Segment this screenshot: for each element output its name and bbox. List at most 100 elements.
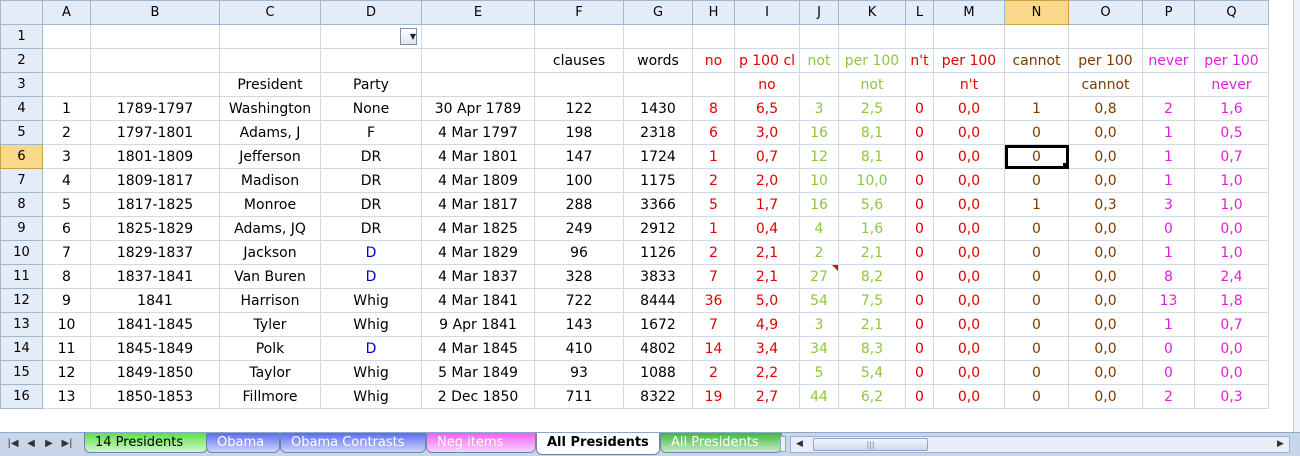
- cell-g16[interactable]: 8322: [623, 384, 693, 409]
- cell-b7[interactable]: 1809-1817: [90, 168, 220, 193]
- spreadsheet-grid-area[interactable]: A B C D E F G H I J K L M N O P Q 1 ▼ 2 clauses words no p 100 …: [0, 0, 1300, 432]
- cell-i6[interactable]: 0,7: [734, 144, 800, 169]
- previous-sheet-button[interactable]: ◀: [22, 436, 40, 452]
- cell-a15[interactable]: 12: [42, 360, 91, 385]
- cell-d2[interactable]: [320, 48, 422, 73]
- cell-q3[interactable]: never: [1194, 72, 1269, 97]
- cell-f2[interactable]: clauses: [534, 48, 624, 73]
- cell-g11[interactable]: 3833: [623, 264, 693, 289]
- column-header-q[interactable]: Q: [1194, 0, 1269, 25]
- cell-c6[interactable]: Jefferson: [219, 144, 321, 169]
- cell-e1[interactable]: [421, 24, 535, 49]
- cell-a8[interactable]: 5: [42, 192, 91, 217]
- cell-c7[interactable]: Madison: [219, 168, 321, 193]
- select-all-corner[interactable]: [0, 0, 43, 25]
- cell-f14[interactable]: 410: [534, 336, 624, 361]
- cell-d7[interactable]: DR: [320, 168, 422, 193]
- cell-m10[interactable]: 0,0: [933, 240, 1005, 265]
- row-header-11[interactable]: 11: [0, 264, 43, 289]
- cell-k12[interactable]: 7,5: [838, 288, 906, 313]
- cell-h4[interactable]: 8: [692, 96, 735, 121]
- cell-b6[interactable]: 1801-1809: [90, 144, 220, 169]
- cell-d15[interactable]: Whig: [320, 360, 422, 385]
- row-header-1[interactable]: 1: [0, 24, 43, 49]
- cell-m4[interactable]: 0,0: [933, 96, 1005, 121]
- cell-i10[interactable]: 2,1: [734, 240, 800, 265]
- cell-c4[interactable]: Washington: [219, 96, 321, 121]
- cell-o11[interactable]: 0,0: [1068, 264, 1143, 289]
- cell-p4[interactable]: 2: [1142, 96, 1195, 121]
- cell-p6[interactable]: 1: [1142, 144, 1195, 169]
- cell-m5[interactable]: 0,0: [933, 120, 1005, 145]
- cell-m14[interactable]: 0,0: [933, 336, 1005, 361]
- cell-p5[interactable]: 1: [1142, 120, 1195, 145]
- cell-d5[interactable]: F: [320, 120, 422, 145]
- cell-e6[interactable]: 4 Mar 1801: [421, 144, 535, 169]
- cell-n1[interactable]: [1004, 24, 1069, 49]
- cell-o13[interactable]: 0,0: [1068, 312, 1143, 337]
- cell-d1[interactable]: ▼: [320, 24, 422, 49]
- cell-h16[interactable]: 19: [692, 384, 735, 409]
- cell-i14[interactable]: 3,4: [734, 336, 800, 361]
- cell-k16[interactable]: 6,2: [838, 384, 906, 409]
- cell-c16[interactable]: Fillmore: [219, 384, 321, 409]
- cell-a5[interactable]: 2: [42, 120, 91, 145]
- cell-c2[interactable]: [219, 48, 321, 73]
- cell-f13[interactable]: 143: [534, 312, 624, 337]
- cell-m1[interactable]: [933, 24, 1005, 49]
- row-header-6[interactable]: 6: [0, 144, 43, 169]
- cell-p16[interactable]: 2: [1142, 384, 1195, 409]
- column-header-o[interactable]: O: [1068, 0, 1143, 25]
- cell-o3[interactable]: cannot: [1068, 72, 1143, 97]
- cell-i1[interactable]: [734, 24, 800, 49]
- row-header-7[interactable]: 7: [0, 168, 43, 193]
- cell-j16[interactable]: 44: [799, 384, 839, 409]
- cell-o12[interactable]: 0,0: [1068, 288, 1143, 313]
- cell-i8[interactable]: 1,7: [734, 192, 800, 217]
- column-header-f[interactable]: F: [534, 0, 624, 25]
- cell-l5[interactable]: 0: [905, 120, 934, 145]
- cell-j8[interactable]: 16: [799, 192, 839, 217]
- cell-h7[interactable]: 2: [692, 168, 735, 193]
- sheet-tab-all-presidents-active[interactable]: All Presidents: [536, 433, 660, 455]
- cell-q2[interactable]: per 100: [1194, 48, 1269, 73]
- cell-m3[interactable]: n't: [933, 72, 1005, 97]
- cell-b8[interactable]: 1817-1825: [90, 192, 220, 217]
- cell-i2[interactable]: p 100 cl: [734, 48, 800, 73]
- cell-n9[interactable]: 0: [1004, 216, 1069, 241]
- cell-a6[interactable]: 3: [42, 144, 91, 169]
- cell-k15[interactable]: 5,4: [838, 360, 906, 385]
- cell-k3[interactable]: not: [838, 72, 906, 97]
- column-header-g[interactable]: G: [623, 0, 693, 25]
- cell-h6[interactable]: 1: [692, 144, 735, 169]
- cell-f10[interactable]: 96: [534, 240, 624, 265]
- column-header-l[interactable]: L: [905, 0, 934, 25]
- cell-p3[interactable]: [1142, 72, 1195, 97]
- cell-k1[interactable]: [838, 24, 906, 49]
- cell-n12[interactable]: 0: [1004, 288, 1069, 313]
- cell-d11[interactable]: D: [320, 264, 422, 289]
- cell-o9[interactable]: 0,0: [1068, 216, 1143, 241]
- cell-e3[interactable]: [421, 72, 535, 97]
- scroll-left-icon[interactable]: ◀: [792, 437, 807, 452]
- cell-e7[interactable]: 4 Mar 1809: [421, 168, 535, 193]
- cell-g1[interactable]: [623, 24, 693, 49]
- cell-m13[interactable]: 0,0: [933, 312, 1005, 337]
- cell-n11[interactable]: 0: [1004, 264, 1069, 289]
- cell-h5[interactable]: 6: [692, 120, 735, 145]
- column-header-d[interactable]: D: [320, 0, 422, 25]
- cell-n2[interactable]: cannot: [1004, 48, 1069, 73]
- cell-q4[interactable]: 1,6: [1194, 96, 1269, 121]
- cell-f5[interactable]: 198: [534, 120, 624, 145]
- cell-o15[interactable]: 0,0: [1068, 360, 1143, 385]
- cell-k11[interactable]: 8,2: [838, 264, 906, 289]
- cell-o8[interactable]: 0,3: [1068, 192, 1143, 217]
- cell-n14[interactable]: 0: [1004, 336, 1069, 361]
- cell-o2[interactable]: per 100: [1068, 48, 1143, 73]
- cell-a4[interactable]: 1: [42, 96, 91, 121]
- cell-q14[interactable]: 0,0: [1194, 336, 1269, 361]
- cell-o14[interactable]: 0,0: [1068, 336, 1143, 361]
- cell-m16[interactable]: 0,0: [933, 384, 1005, 409]
- cell-b11[interactable]: 1837-1841: [90, 264, 220, 289]
- cell-j6[interactable]: 12: [799, 144, 839, 169]
